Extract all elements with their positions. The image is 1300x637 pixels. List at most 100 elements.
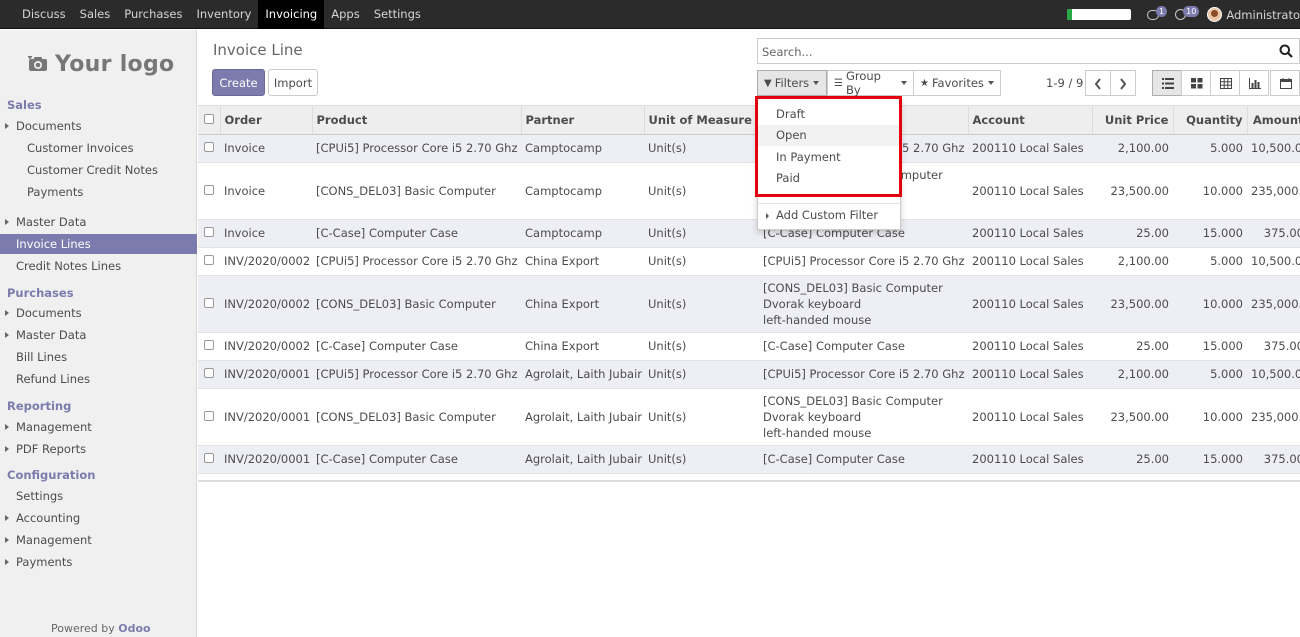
table-row[interactable]: INV/2020/0001 [C-Case] Computer Case Agrol…	[198, 445, 1300, 474]
column-header-account[interactable]: Account	[968, 106, 1093, 135]
column-header-order[interactable]: Order	[220, 106, 313, 135]
graph-view-button[interactable]	[1239, 70, 1269, 96]
sidebar-item-label: Bill Lines	[16, 350, 68, 364]
select-all-checkbox[interactable]	[204, 113, 214, 124]
row-checkbox[interactable]	[204, 255, 214, 265]
table-row[interactable]: INV/2020/0001 [CONS_DEL03] Basic Computer…	[198, 388, 1300, 446]
pager-value[interactable]: 1-9 / 9	[1046, 76, 1083, 90]
cell-unit-of-measure: Unit(s)	[644, 219, 759, 248]
column-header-unit-price[interactable]: Unit Price	[1092, 106, 1174, 135]
label-line: left-handed mouse	[763, 425, 872, 440]
odoo-link[interactable]: Odoo	[118, 622, 150, 635]
filter-open[interactable]: Open	[758, 125, 900, 146]
table-row[interactable]: INV/2020/0002 [CPUi5] Processor Core i5 2…	[198, 247, 1300, 276]
row-checkbox[interactable]	[204, 410, 214, 421]
sidebar-item-customer-credit-notes[interactable]: Customer Credit Notes	[0, 160, 197, 180]
column-header-product[interactable]: Product	[312, 106, 522, 135]
row-checkbox[interactable]	[204, 297, 214, 308]
sidebar-item-credit-notes-lines[interactable]: Credit Notes Lines	[0, 256, 197, 276]
menu-settings[interactable]: Settings	[367, 0, 428, 29]
sidebar-item-master-data[interactable]: Master Data	[0, 212, 197, 232]
favorites-button[interactable]: ★ Favorites	[913, 70, 1001, 96]
search-icon[interactable]	[1279, 44, 1293, 58]
table-row[interactable]: Invoice [CPUi5] Processor Core i5 2.70 Gh…	[198, 134, 1300, 163]
row-checkbox[interactable]	[204, 453, 214, 463]
sidebar-item-accounting[interactable]: Accounting	[0, 508, 197, 528]
filter-paid[interactable]: Paid	[758, 168, 900, 189]
row-checkbox[interactable]	[204, 368, 214, 378]
sidebar-item-label: Customer Credit Notes	[27, 163, 158, 177]
row-checkbox[interactable]	[204, 340, 214, 350]
activity-button[interactable]: 10	[1175, 6, 1200, 20]
table-row[interactable]: Invoice [C-Case] Computer Case Camptocamp U…	[198, 219, 1300, 248]
cell-order: INV/2020/0002	[220, 247, 312, 276]
column-header-partner[interactable]: Partner	[521, 106, 645, 135]
company-logo[interactable]: Your logo	[28, 48, 178, 80]
caret-right-icon	[5, 332, 9, 338]
cell-quantity: 15.000	[1173, 445, 1247, 474]
menu-purchases[interactable]: Purchases	[117, 0, 189, 29]
sidebar-item-pdf-reports[interactable]: PDF Reports	[0, 439, 197, 459]
add-custom-filter[interactable]: Add Custom Filter	[758, 205, 900, 226]
table-row[interactable]: INV/2020/0002 [C-Case] Computer Case China…	[198, 332, 1300, 361]
sidebar-item-sales-documents[interactable]: Documents	[0, 116, 197, 136]
table-row[interactable]: INV/2020/0002 [CONS_DEL03] Basic Computer…	[198, 275, 1300, 333]
menu-invoicing[interactable]: Invoicing	[258, 0, 325, 29]
row-checkbox[interactable]	[204, 227, 214, 237]
table-row[interactable]: Invoice [CONS_DEL03] Basic Computer Campto…	[198, 162, 1300, 220]
filter-in-payment[interactable]: In Payment	[758, 147, 900, 168]
sidebar-item-invoice-lines[interactable]: Invoice Lines	[0, 234, 197, 254]
menu-sales[interactable]: Sales	[73, 0, 118, 29]
sidebar-item-payments[interactable]: Payments	[0, 182, 197, 202]
cell-partner: China Export	[521, 275, 644, 333]
cell-quantity: 15.000	[1173, 219, 1247, 248]
cell-product: [CPUi5] Processor Core i5 2.70 Ghz	[312, 247, 521, 276]
row-select-cell	[198, 134, 220, 163]
column-header-amount[interactable]: Amount	[1247, 106, 1300, 135]
sidebar-item-label: Credit Notes Lines	[16, 259, 122, 273]
sidebar-item-bill-lines[interactable]: Bill Lines	[0, 347, 197, 367]
pager-previous-button[interactable]	[1085, 70, 1111, 96]
list-view-button[interactable]	[1152, 70, 1182, 96]
cell-quantity: 5.000	[1173, 134, 1247, 163]
search-input[interactable]	[762, 43, 1262, 60]
chat-button[interactable]: 1	[1147, 6, 1168, 20]
cell-unit-price: 2,100.00	[1092, 134, 1173, 163]
sidebar-item-management[interactable]: Management	[0, 417, 197, 437]
pivot-view-button[interactable]	[1210, 70, 1240, 96]
sidebar-item-purchases-master-data[interactable]: Master Data	[0, 325, 197, 345]
user-avatar[interactable]	[1207, 7, 1223, 22]
column-header-unit-of-measure[interactable]: Unit of Measure	[644, 106, 760, 135]
sidebar-item-settings[interactable]: Settings	[0, 486, 197, 506]
sidebar-item-config-management[interactable]: Management	[0, 530, 197, 550]
filters-button[interactable]: ▼ Filters	[757, 70, 827, 96]
kanban-view-button[interactable]	[1181, 70, 1211, 96]
import-button[interactable]: Import	[268, 69, 318, 96]
row-checkbox[interactable]	[204, 142, 214, 152]
onboarding-progress-bar[interactable]	[1067, 9, 1132, 20]
user-menu[interactable]: Administrato	[1226, 8, 1300, 22]
sidebar-item-customer-invoices[interactable]: Customer Invoices	[0, 138, 197, 158]
row-select-cell	[198, 360, 220, 389]
cell-unit-of-measure: Unit(s)	[644, 134, 759, 163]
table-row[interactable]: INV/2020/0001 [CPUi5] Processor Core i5 2…	[198, 360, 1300, 389]
sidebar-item-config-payments[interactable]: Payments	[0, 552, 197, 572]
powered-by-text: Powered by	[51, 622, 115, 635]
filter-draft[interactable]: Draft	[758, 104, 900, 125]
row-checkbox[interactable]	[204, 184, 214, 195]
sidebar-item-refund-lines[interactable]: Refund Lines	[0, 369, 197, 389]
pager-next-button[interactable]	[1110, 70, 1136, 96]
cell-unit-of-measure: Unit(s)	[644, 332, 759, 361]
cell-product: [CONS_DEL03] Basic Computer	[312, 162, 521, 220]
column-header-quantity[interactable]: Quantity	[1173, 106, 1248, 135]
menu-apps[interactable]: Apps	[324, 0, 366, 29]
sidebar-item-label: Payments	[27, 185, 84, 199]
sidebar-item-label: Accounting	[16, 511, 81, 525]
group-by-button[interactable]: ☰ Group By	[827, 69, 914, 97]
menu-inventory[interactable]: Inventory	[189, 0, 258, 29]
sidebar-item-purchases-documents[interactable]: Documents	[0, 303, 197, 323]
create-button[interactable]: Create	[212, 69, 265, 96]
menu-discuss[interactable]: Discuss	[15, 0, 73, 29]
calendar-view-button[interactable]	[1270, 70, 1300, 96]
cell-unit-of-measure: Unit(s)	[644, 445, 759, 474]
